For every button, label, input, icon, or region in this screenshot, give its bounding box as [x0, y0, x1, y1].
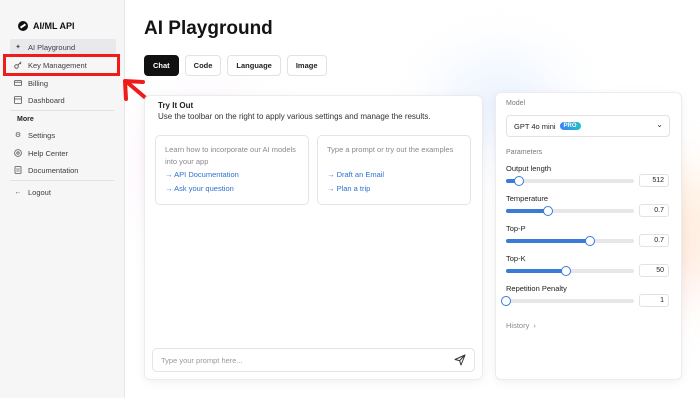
output-length-slider[interactable] — [506, 176, 634, 186]
slider-fill — [506, 269, 567, 273]
slider-fill — [506, 239, 591, 243]
param-label-temperature: Temperature — [506, 194, 549, 203]
repetition-penalty-value[interactable]: 1 — [639, 294, 669, 307]
logout-arrow-icon: ← — [14, 188, 22, 196]
divider — [10, 180, 114, 181]
draft-email-link[interactable]: → Draft an Email — [327, 170, 384, 179]
pro-badge: PRO — [559, 122, 581, 130]
sidebar-item-ai-playground[interactable]: ✦ AI Playground — [10, 39, 116, 55]
tab-bar: Chat Code Language Image — [144, 55, 327, 76]
param-label-top-p: Top-P — [506, 224, 526, 233]
gear-icon: ⚙ — [14, 132, 22, 139]
sidebar-item-label: Dashboard — [28, 95, 65, 105]
top-k-slider[interactable] — [506, 266, 634, 276]
slider-handle[interactable] — [501, 296, 511, 306]
sidebar-item-dashboard[interactable]: Dashboard — [14, 92, 114, 108]
card-description: Learn how to incorporate our AI models i… — [165, 145, 296, 166]
top-k-value[interactable]: 50 — [639, 264, 669, 277]
page-title: AI Playground — [144, 18, 273, 39]
parameters-label: Parameters — [506, 149, 543, 156]
settings-panel: Model GPT 4o mini PRO ⌄ Parameters Outpu… — [495, 92, 682, 380]
suggestion-card-docs: Learn how to incorporate our AI models i… — [155, 135, 309, 205]
divider — [10, 110, 114, 111]
annotation-highlight-box — [3, 54, 120, 76]
sidebar-item-logout[interactable]: ← Logout — [14, 184, 114, 200]
ask-question-link[interactable]: → Ask your question — [165, 184, 234, 193]
sidebar-item-label: AI Playground — [28, 42, 76, 52]
sparkle-icon: ✦ — [15, 44, 21, 51]
suggestion-card-examples: Type a prompt or try out the examples → … — [317, 135, 471, 205]
try-it-out-heading: Try It Out — [158, 101, 194, 110]
dashboard-icon — [14, 96, 22, 104]
plan-trip-link[interactable]: → Plan a trip — [327, 184, 370, 193]
brand[interactable]: AI/ML API — [18, 21, 75, 31]
slider-handle[interactable] — [585, 236, 596, 246]
slider-handle[interactable] — [513, 176, 524, 186]
temperature-value[interactable]: 0.7 — [639, 204, 669, 217]
param-label-output-length: Output length — [506, 164, 552, 173]
top-p-slider[interactable] — [506, 236, 634, 246]
chat-panel: Try It Out Use the toolbar on the right … — [144, 95, 483, 380]
slider-handle[interactable] — [543, 206, 554, 216]
chevron-down-icon: ⌄ — [656, 120, 663, 129]
sidebar-item-settings[interactable]: ⚙ Settings — [14, 127, 114, 143]
sidebar-item-label: Logout — [28, 187, 51, 197]
sidebar-item-label: Help Center — [28, 148, 69, 158]
tab-language[interactable]: Language — [227, 55, 281, 76]
param-label-top-k: Top-K — [506, 254, 526, 263]
model-label: Model — [506, 100, 526, 107]
sidebar-item-documentation[interactable]: Documentation — [14, 162, 114, 178]
repetition-penalty-slider[interactable] — [501, 296, 634, 306]
top-p-value[interactable]: 0.7 — [639, 234, 669, 247]
output-length-value[interactable]: 512 — [639, 174, 669, 187]
model-name: GPT 4o mini — [514, 121, 556, 131]
help-circle-icon — [14, 149, 22, 157]
section-heading-more: More — [17, 116, 34, 123]
credit-card-icon — [14, 79, 22, 87]
card-description: Type a prompt or try out the examples — [327, 145, 454, 154]
history-label: History — [506, 321, 530, 330]
sidebar-item-label: Documentation — [28, 165, 79, 175]
param-label-repetition-penalty: Repetition Penalty — [506, 284, 567, 293]
slider-handle[interactable] — [561, 266, 572, 276]
api-documentation-link[interactable]: → API Documentation — [165, 170, 239, 179]
tab-image[interactable]: Image — [286, 55, 327, 76]
tab-code[interactable]: Code — [184, 55, 222, 76]
temperature-slider[interactable] — [506, 206, 634, 216]
document-icon — [14, 166, 22, 174]
sidebar-item-label: Billing — [28, 78, 49, 88]
sidebar-item-label: Settings — [28, 130, 56, 140]
sidebar-item-help-center[interactable]: Help Center — [14, 145, 114, 161]
prompt-box — [152, 348, 475, 372]
tab-chat[interactable]: Chat — [144, 55, 179, 76]
slider-fill — [506, 209, 549, 213]
brand-logo-icon — [18, 21, 28, 31]
model-select[interactable]: GPT 4o mini PRO ⌄ — [506, 115, 670, 137]
brand-name: AI/ML API — [33, 21, 75, 31]
prompt-input[interactable] — [161, 352, 441, 368]
try-it-out-description: Use the toolbar on the right to apply va… — [158, 112, 431, 121]
sidebar-item-billing[interactable]: Billing — [14, 75, 114, 91]
chevron-right-icon: › — [533, 321, 536, 330]
send-icon[interactable] — [454, 354, 466, 366]
history-toggle[interactable]: History › — [506, 321, 536, 330]
